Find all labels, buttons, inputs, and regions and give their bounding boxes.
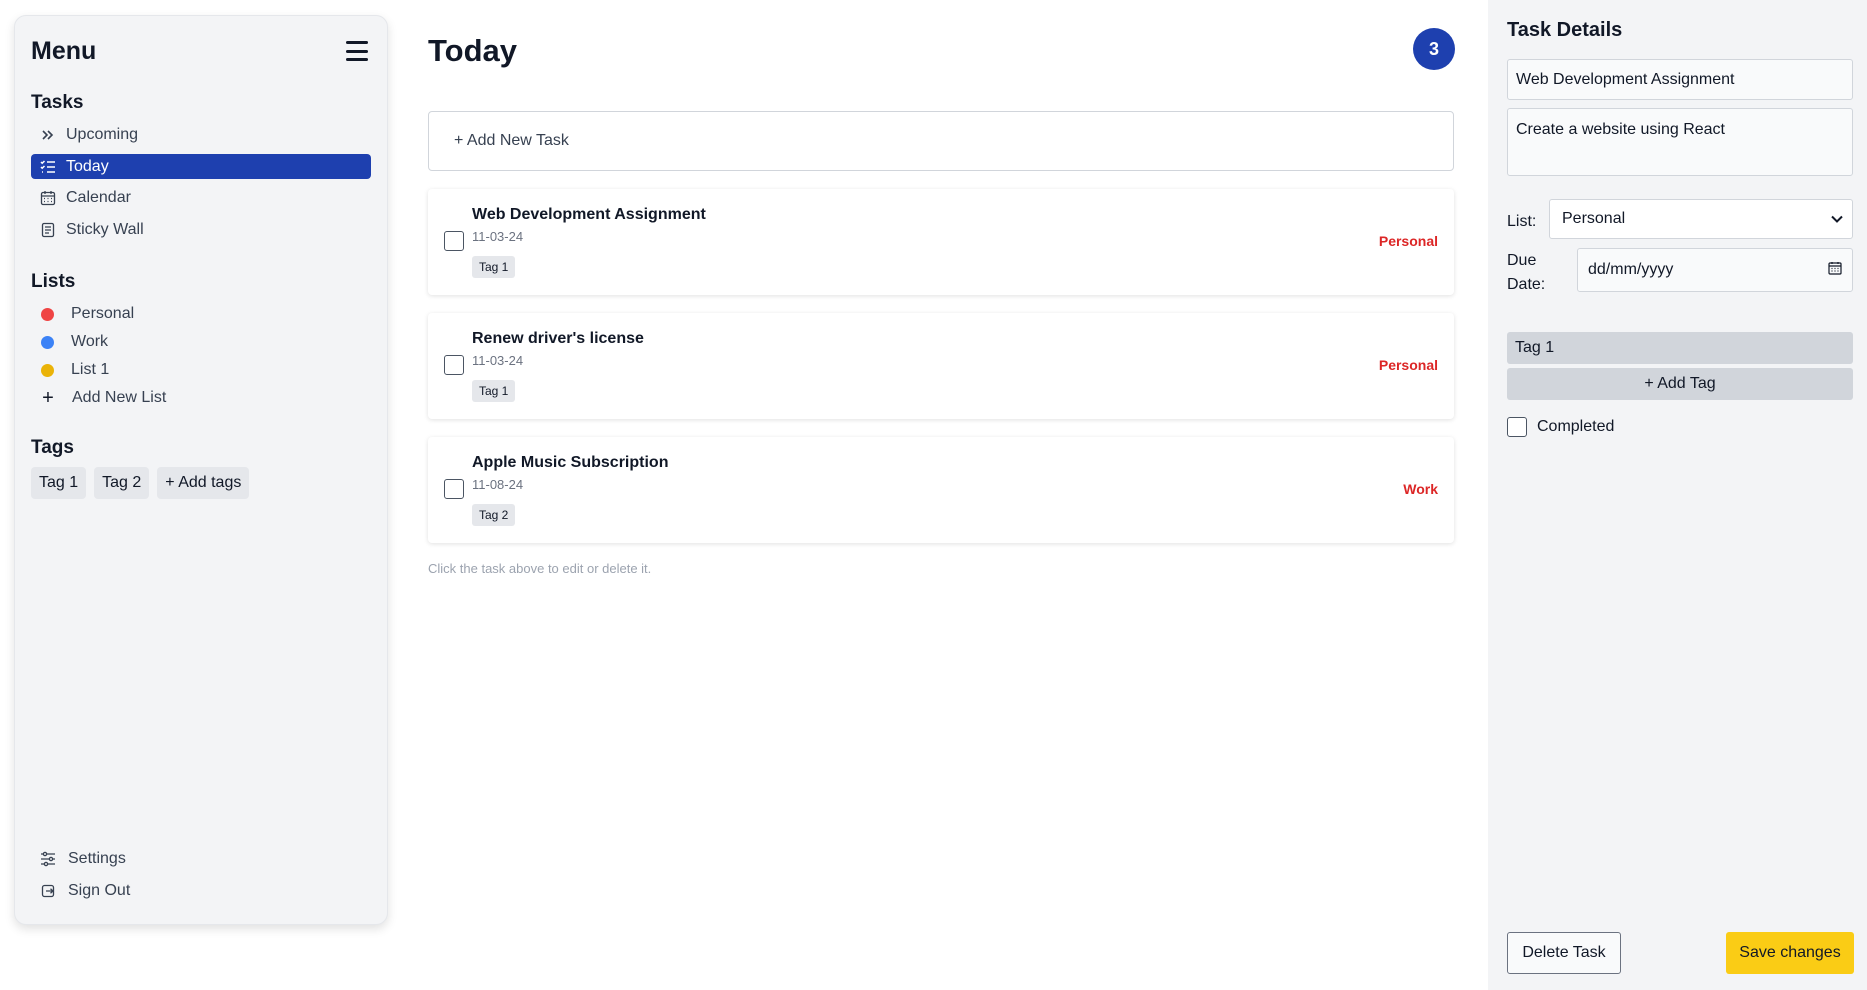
task-tag: Tag 1 xyxy=(472,380,516,402)
due-label-line1: Due xyxy=(1507,252,1537,269)
task-list-label: Personal xyxy=(1378,357,1438,373)
add-new-list-button[interactable]: + Add New List xyxy=(31,385,371,411)
list-item-label: Personal xyxy=(71,305,135,322)
tag-chip[interactable]: Tag 2 xyxy=(94,467,150,499)
task-tag-field[interactable]: Tag 1 xyxy=(1507,332,1853,364)
menu-title: Menu xyxy=(31,36,97,65)
task-title: Renew driver's license xyxy=(472,330,644,347)
settings-button[interactable]: Settings xyxy=(31,846,130,872)
sidebar-item-upcoming[interactable]: Upcoming xyxy=(31,122,371,148)
tags-row: Tag 1 Tag 2 + Add tags xyxy=(31,467,371,499)
tags-heading: Tags xyxy=(31,437,74,458)
task-title: Apple Music Subscription xyxy=(472,454,669,471)
add-tag-button[interactable]: + Add Tag xyxy=(1507,368,1853,400)
task-date: 11-03-24 xyxy=(472,229,524,244)
tasks-heading: Tasks xyxy=(31,92,84,113)
page-title: Today xyxy=(428,33,517,68)
task-date: 11-08-24 xyxy=(472,477,524,492)
task-checkbox[interactable] xyxy=(444,231,464,251)
task-list-label: Personal xyxy=(1378,233,1438,249)
sliders-icon xyxy=(39,850,57,868)
chevron-down-icon xyxy=(1831,210,1843,228)
sidebar-item-label: Today xyxy=(66,157,109,175)
task-title-input[interactable] xyxy=(1507,59,1853,100)
task-date: 11-03-24 xyxy=(472,353,524,368)
list-item-personal[interactable]: Personal xyxy=(31,301,371,327)
sidebar-item-sticky-wall[interactable]: Sticky Wall xyxy=(31,217,371,243)
task-checkbox[interactable] xyxy=(444,479,464,499)
list-select[interactable]: Personal xyxy=(1549,199,1853,239)
list-item-label: Work xyxy=(71,333,109,350)
double-chevron-right-icon xyxy=(39,126,57,144)
sidebar-bottom: Settings Sign Out xyxy=(31,846,130,910)
menu-header: Menu xyxy=(31,36,371,66)
hamburger-menu-icon[interactable] xyxy=(343,39,371,63)
add-tags-button[interactable]: + Add tags xyxy=(157,467,250,499)
add-new-list-label: Add New List xyxy=(72,389,167,406)
sign-out-label: Sign Out xyxy=(68,882,131,899)
sign-out-button[interactable]: Sign Out xyxy=(31,878,130,904)
task-list-label: Work xyxy=(1403,481,1438,497)
list-item-list-1[interactable]: List 1 xyxy=(31,357,371,383)
due-date-placeholder: dd/mm/yyyy xyxy=(1588,261,1674,278)
completed-row: Completed xyxy=(1507,417,1614,437)
yellow-dot-icon xyxy=(41,363,54,377)
sidebar-item-label: Upcoming xyxy=(66,126,139,143)
sidebar-item-calendar[interactable]: Calendar xyxy=(31,185,371,211)
delete-task-button[interactable]: Delete Task xyxy=(1507,932,1621,974)
due-date-input[interactable]: dd/mm/yyyy xyxy=(1577,248,1853,292)
lists-heading: Lists xyxy=(31,271,76,292)
task-description-textarea[interactable]: Create a website using React xyxy=(1507,108,1853,176)
list-check-icon xyxy=(39,158,57,176)
calendar-icon[interactable] xyxy=(1828,261,1842,280)
main-content: Today 3 + Add New Task Web Development A… xyxy=(428,0,1455,990)
list-item-label: List 1 xyxy=(71,361,110,378)
edit-hint: Click the task above to edit or delete i… xyxy=(428,561,652,576)
red-dot-icon xyxy=(41,307,54,321)
settings-label: Settings xyxy=(68,850,126,867)
details-title: Task Details xyxy=(1507,19,1623,41)
plus-icon: + xyxy=(42,387,54,409)
task-card[interactable]: Web Development Assignment 11-03-24 Tag … xyxy=(428,189,1454,295)
add-new-task-button[interactable]: + Add New Task xyxy=(428,111,1454,171)
list-item-work[interactable]: Work xyxy=(31,329,371,355)
task-card[interactable]: Apple Music Subscription 11-08-24 Tag 2 … xyxy=(428,437,1454,543)
sidebar-item-label: Sticky Wall xyxy=(66,221,144,238)
sidebar-item-today[interactable]: Today xyxy=(31,154,371,179)
task-checkbox[interactable] xyxy=(444,355,464,375)
calendar-icon xyxy=(39,189,57,207)
tag-chip[interactable]: Tag 1 xyxy=(31,467,87,499)
blue-dot-icon xyxy=(41,335,54,349)
task-details-panel: Task Details Create a website using Reac… xyxy=(1488,0,1867,990)
task-tag: Tag 1 xyxy=(472,256,516,278)
due-label-line2: Date: xyxy=(1507,276,1546,293)
list-label: List: xyxy=(1507,213,1537,230)
task-card[interactable]: Renew driver's license 11-03-24 Tag 1 Pe… xyxy=(428,313,1454,419)
sign-out-icon xyxy=(39,882,57,900)
sidebar-item-label: Calendar xyxy=(66,189,131,206)
task-count-badge: 3 xyxy=(1413,28,1455,70)
task-title: Web Development Assignment xyxy=(472,206,706,223)
completed-checkbox[interactable] xyxy=(1507,417,1527,437)
note-icon xyxy=(39,221,57,239)
list-select-value: Personal xyxy=(1562,210,1626,227)
task-tag: Tag 2 xyxy=(472,504,516,526)
sidebar: Menu Tasks Upcoming Today Calendar Stick… xyxy=(14,15,388,925)
completed-label: Completed xyxy=(1537,418,1615,435)
save-changes-button[interactable]: Save changes xyxy=(1726,932,1854,974)
